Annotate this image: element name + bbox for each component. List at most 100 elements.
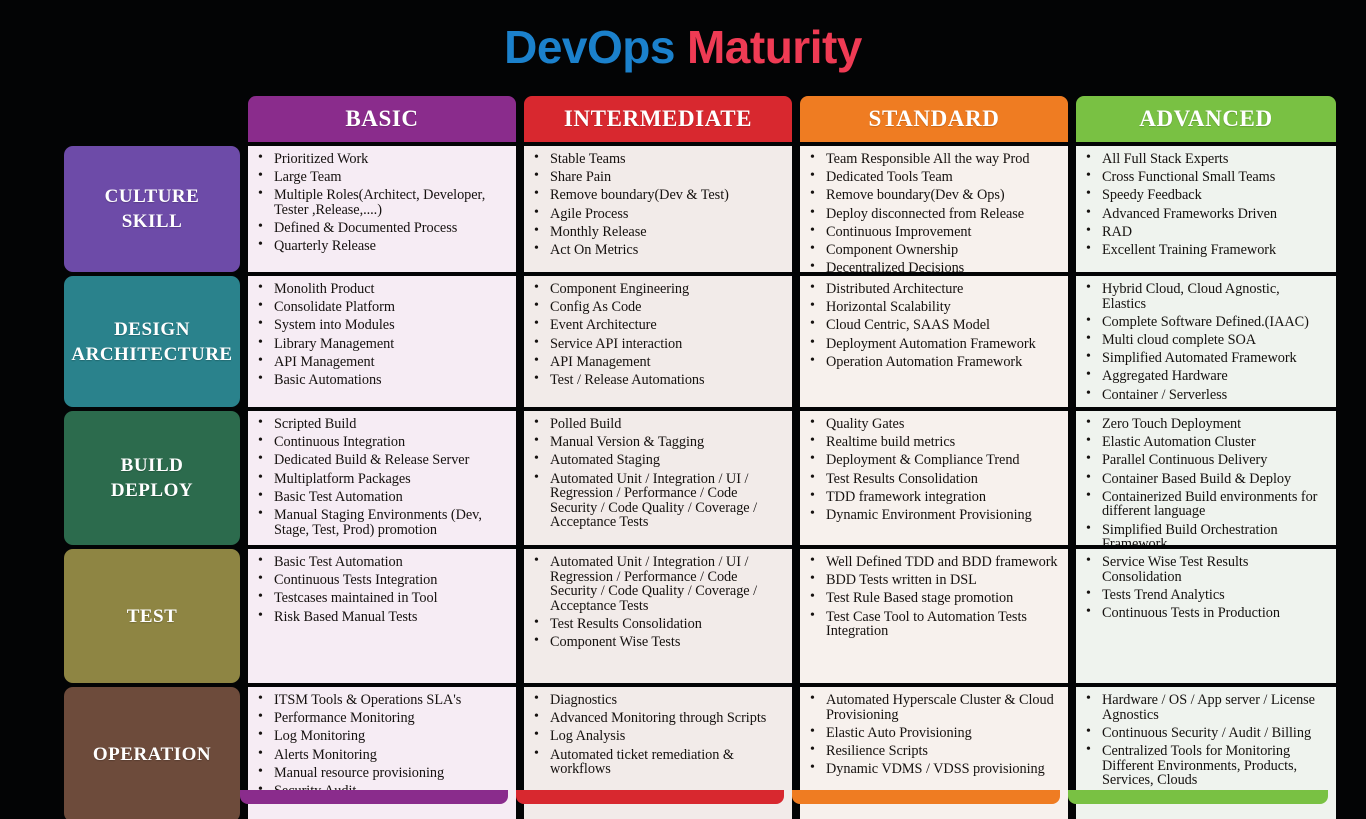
list-item: Deployment Automation Framework: [806, 336, 1058, 352]
column-header-advanced[interactable]: ADVANCED: [1076, 96, 1336, 142]
list-item: Log Analysis: [530, 728, 782, 744]
list-item: Complete Software Defined.(IAAC): [1082, 314, 1326, 330]
list-item: Zero Touch Deployment: [1082, 416, 1326, 432]
bullet-list: Well Defined TDD and BDD framework BDD Te…: [806, 554, 1058, 639]
list-item: Event Architecture: [530, 317, 782, 333]
list-item: API Management: [530, 354, 782, 370]
cell-culture-intermediate: Stable Teams Share Pain Remove boundary(De…: [524, 146, 792, 272]
list-item: Distributed Architecture: [806, 281, 1058, 297]
list-item: Manual Staging Environments (Dev, Stage,…: [254, 507, 506, 537]
list-item: Automated Unit / Integration / UI / Regr…: [530, 471, 782, 530]
list-item: Component Engineering: [530, 281, 782, 297]
list-item: Component Wise Tests: [530, 634, 782, 650]
list-item: Speedy Feedback: [1082, 187, 1326, 203]
list-item: Elastic Automation Cluster: [1082, 434, 1326, 450]
cell-design-advanced: Hybrid Cloud, Cloud Agnostic, Elastics Co…: [1076, 276, 1336, 407]
bullet-list: Automated Unit / Integration / UI / Regr…: [530, 554, 782, 650]
title-part-maturity: Maturity: [686, 21, 862, 73]
cell-culture-advanced: All Full Stack Experts Cross Functional S…: [1076, 146, 1336, 272]
list-item: API Management: [254, 354, 506, 370]
list-item: All Full Stack Experts: [1082, 151, 1326, 167]
bullet-list: Prioritized Work Large Team Multiple Roles…: [254, 151, 506, 254]
list-item: Manual resource provisioning: [254, 765, 506, 781]
list-item: RAD: [1082, 224, 1326, 240]
cell-culture-basic: Prioritized Work Large Team Multiple Roles…: [248, 146, 516, 272]
list-item: Horizontal Scalability: [806, 299, 1058, 315]
list-item: Continuous Security / Audit / Billing: [1082, 725, 1326, 741]
row-header-culture[interactable]: CULTURE SKILL: [64, 146, 240, 272]
bullet-list: Hybrid Cloud, Cloud Agnostic, Elastics Co…: [1082, 281, 1326, 407]
row-header-text: OPERATION: [92, 744, 212, 765]
cell-build-standard: Quality Gates Realtime build metrics Deplo…: [800, 411, 1068, 545]
list-item: Test Rule Based stage promotion: [806, 590, 1058, 606]
list-item: Act On Metrics: [530, 242, 782, 258]
row-header-operation[interactable]: OPERATION: [64, 687, 240, 819]
list-item: Agile Process: [530, 206, 782, 222]
bullet-list: Basic Test Automation Continuous Tests In…: [254, 554, 506, 624]
cell-design-intermediate: Component Engineering Config As Code Event…: [524, 276, 792, 407]
cell-build-intermediate: Polled Build Manual Version & Tagging Auto…: [524, 411, 792, 545]
cell-test-basic: Basic Test Automation Continuous Tests In…: [248, 549, 516, 683]
cell-build-basic: Scripted Build Continuous Integration Dedi…: [248, 411, 516, 545]
list-item: Test Results Consolidation: [806, 471, 1058, 487]
bullet-list: Quality Gates Realtime build metrics Deplo…: [806, 416, 1058, 523]
row-header-design[interactable]: DESIGN ARCHITECTURE: [64, 276, 240, 407]
list-item: Optimized Pooling: [1082, 405, 1326, 407]
list-item: Automated Unit / Integration / UI / Regr…: [530, 554, 782, 613]
list-item: Team Responsible All the way Prod: [806, 151, 1058, 167]
row-header-build[interactable]: BUILD DEPLOY: [64, 411, 240, 545]
list-item: BDD Tests written in DSL: [806, 572, 1058, 588]
list-item: Basic Test Automation: [254, 554, 506, 570]
cell-design-basic: Monolith Product Consolidate Platform Syst…: [248, 276, 516, 407]
list-item: TDD framework integration: [806, 489, 1058, 505]
list-item: Deployment & Compliance Trend: [806, 452, 1058, 468]
list-item: Advanced Frameworks Driven: [1082, 206, 1326, 222]
list-item: Monthly Release: [530, 224, 782, 240]
bullet-list: Hardware / OS / App server / License Agn…: [1082, 692, 1326, 788]
maturity-matrix: BASIC INTERMEDIATE STANDARD ADVANCED CULTURE…: [64, 96, 1336, 819]
list-item: Centralized Tools for Monitoring Differe…: [1082, 743, 1326, 788]
column-header-standard[interactable]: STANDARD: [800, 96, 1068, 142]
list-item: Monolith Product: [254, 281, 506, 297]
list-item: Advanced Monitoring through Scripts: [530, 710, 782, 726]
list-item: Scripted Build: [254, 416, 506, 432]
column-footer-bars: [240, 790, 1328, 804]
column-header-basic[interactable]: BASIC: [248, 96, 516, 142]
list-item: Deploy disconnected from Release: [806, 206, 1058, 222]
column-header-intermediate[interactable]: INTERMEDIATE: [524, 96, 792, 142]
list-item: Service API interaction: [530, 336, 782, 352]
bullet-list: Diagnostics Advanced Monitoring through S…: [530, 692, 782, 777]
list-item: Excellent Training Framework: [1082, 242, 1326, 258]
list-item: Testcases maintained in Tool: [254, 590, 506, 606]
bullet-list: Team Responsible All the way Prod Dedicat…: [806, 151, 1058, 272]
list-item: Component Ownership: [806, 242, 1058, 258]
list-item: Diagnostics: [530, 692, 782, 708]
list-item: Basic Automations: [254, 372, 506, 388]
list-item: ITSM Tools & Operations SLA's: [254, 692, 506, 708]
matrix-corner: [64, 96, 240, 142]
list-item: Hardware / OS / App server / License Agn…: [1082, 692, 1326, 722]
list-item: Remove boundary(Dev & Ops): [806, 187, 1058, 203]
list-item: Continuous Integration: [254, 434, 506, 450]
bullet-list: Component Engineering Config As Code Event…: [530, 281, 782, 388]
list-item: Simplified Build Orchestration Framework: [1082, 522, 1326, 545]
list-item: Multiplatform Packages: [254, 471, 506, 487]
list-item: Tests Trend Analytics: [1082, 587, 1326, 603]
cell-test-standard: Well Defined TDD and BDD framework BDD Te…: [800, 549, 1068, 683]
list-item: Resilience Scripts: [806, 743, 1058, 759]
list-item: Automated ticket remediation & workflows: [530, 747, 782, 777]
row-header-text: BUILD DEPLOY: [110, 455, 194, 501]
list-item: Realtime build metrics: [806, 434, 1058, 450]
list-item: Well Defined TDD and BDD framework: [806, 554, 1058, 570]
list-item: Log Monitoring: [254, 728, 506, 744]
footer-bar-advanced: [1068, 790, 1328, 804]
list-item: Config As Code: [530, 299, 782, 315]
bullet-list: Scripted Build Continuous Integration Dedi…: [254, 416, 506, 537]
cell-culture-standard: Team Responsible All the way Prod Dedicat…: [800, 146, 1068, 272]
list-item: Dynamic VDMS / VDSS provisioning: [806, 761, 1058, 777]
list-item: Large Team: [254, 169, 506, 185]
list-item: Library Management: [254, 336, 506, 352]
bullet-list: Distributed Architecture Horizontal Scala…: [806, 281, 1058, 369]
bullet-list: Stable Teams Share Pain Remove boundary(De…: [530, 151, 782, 258]
row-header-test[interactable]: TEST: [64, 549, 240, 683]
